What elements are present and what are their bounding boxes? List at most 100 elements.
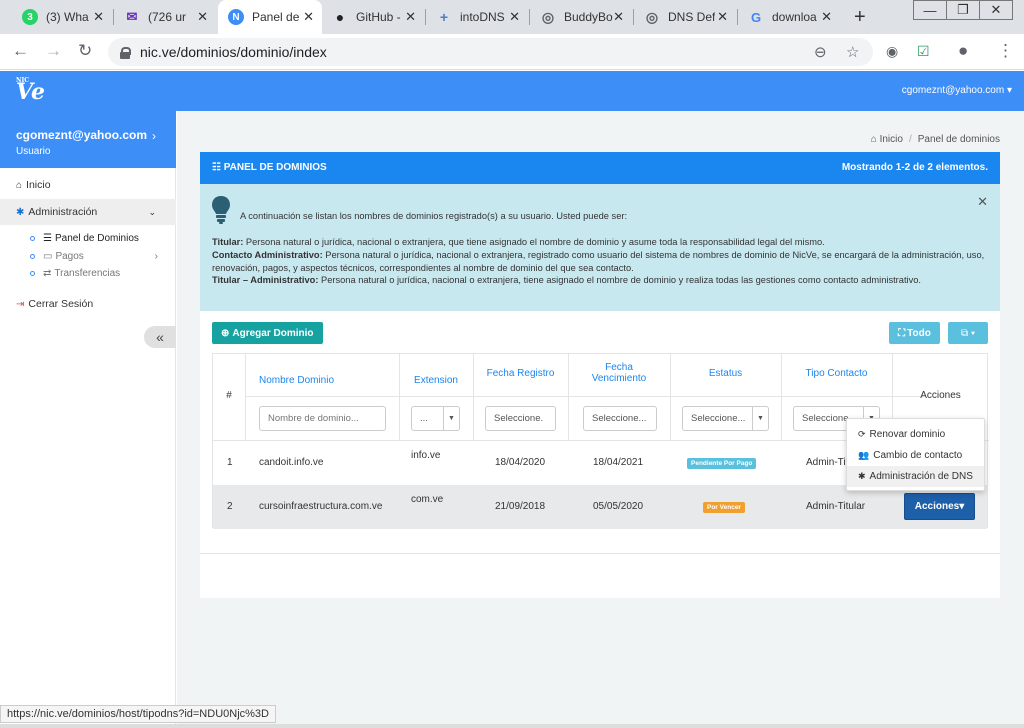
back-icon[interactable]: ← xyxy=(12,41,29,61)
extension-icon[interactable]: ◉ xyxy=(886,43,898,60)
close-icon[interactable]: ✕ xyxy=(405,9,416,25)
caret-down-icon: ▾ xyxy=(959,501,965,512)
plus-circle-icon: ⊕ xyxy=(221,327,230,339)
export-button[interactable]: ⧉ ▾ xyxy=(948,322,988,344)
breadcrumb-home[interactable]: ⌂ Inicio xyxy=(871,134,903,145)
window-close-icon[interactable]: ✕ xyxy=(979,0,1013,20)
menu-item-cambio-contacto[interactable]: 👥 Cambio de contacto xyxy=(847,445,984,466)
browser-tab-panel[interactable]: N Panel de ✕ xyxy=(218,0,322,34)
globe-icon: ◎ xyxy=(541,8,555,25)
browser-tab-mail[interactable]: ✉ (726 ur ✕ xyxy=(114,0,216,34)
header-nombre[interactable]: Nombre Dominio xyxy=(245,375,399,386)
url-field[interactable]: nic.ve/dominios/dominio/index ⊖ ☆ xyxy=(108,38,873,66)
status-filter[interactable]: Seleccione... ▼ xyxy=(682,406,769,431)
caret-down-icon: ▼ xyxy=(443,407,459,430)
reload-icon[interactable]: ↻ xyxy=(78,41,92,61)
profile-icon[interactable]: ● xyxy=(958,41,968,61)
cell-extension: com.ve xyxy=(411,494,444,505)
sidebar-item-label: Pagos xyxy=(55,250,84,262)
header-fecha-vencimiento[interactable]: Fecha Vencimiento xyxy=(568,362,670,384)
sidebar-item-inicio[interactable]: ⌂ Inicio xyxy=(0,172,176,198)
extension-filter[interactable]: ... ▼ xyxy=(411,406,460,431)
user-menu[interactable]: cgomeznt@yahoo.com ▾ xyxy=(902,85,1012,96)
menu-item-dns[interactable]: ✱ Administración de DNS xyxy=(847,466,984,487)
close-icon[interactable]: ✕ xyxy=(613,9,624,25)
window-controls: — ❐ ✕ xyxy=(913,0,1013,34)
forward-icon[interactable]: → xyxy=(45,41,62,61)
panel-title: ☷ PANEL DE DOMINIOS xyxy=(212,162,327,173)
sidebar-item-label: Administración xyxy=(28,206,98,218)
actions-button[interactable]: Acciones ▾ xyxy=(904,493,975,520)
header-extension[interactable]: Extension xyxy=(399,375,473,386)
sidebar-item-transferencias[interactable]: ⇄ Transferencias xyxy=(30,265,120,281)
info-definitions: Titular: Persona natural o jurídica, nac… xyxy=(212,236,992,287)
sidebar-item-pagos[interactable]: ▭ Pagos › xyxy=(30,248,158,264)
gear-icon: ✱ xyxy=(858,471,866,481)
domain-name-filter[interactable]: Nombre de dominio... xyxy=(259,406,386,431)
money-icon: ▭ xyxy=(43,250,53,262)
cell-nombre: cursoinfraestructura.com.ve xyxy=(259,501,383,512)
def-text: Persona natural o jurídica, nacional o e… xyxy=(212,249,985,273)
header-estatus[interactable]: Estatus xyxy=(670,368,781,379)
menu-item-label: Renovar dominio xyxy=(869,429,946,440)
restore-icon[interactable]: ❐ xyxy=(946,0,980,20)
star-icon[interactable]: ☆ xyxy=(846,43,859,61)
zoom-icon[interactable]: ⊖ xyxy=(814,43,827,61)
nicve-logo[interactable]: NIC Ve xyxy=(16,77,45,105)
mail-icon: ✉ xyxy=(126,9,138,24)
caret-down-icon: ▼ xyxy=(752,407,768,430)
sidebar-item-panel[interactable]: ☰ Panel de Dominios xyxy=(30,230,139,246)
browser-tab-whatsapp[interactable]: 3 (3) Wha ✕ xyxy=(12,0,112,34)
browser-tab-github[interactable]: ● GitHub - ✕ xyxy=(322,0,424,34)
home-icon: ⌂ xyxy=(870,134,880,145)
caret-down-icon: ▾ xyxy=(1006,85,1012,96)
filter-placeholder: Seleccione... xyxy=(592,413,647,424)
filter-value: Seleccione... xyxy=(691,413,746,424)
breadcrumb-separator: / xyxy=(908,134,912,145)
sidebar-item-administracion[interactable]: ✱ Administración ⌄ xyxy=(0,199,176,225)
close-icon[interactable]: ✕ xyxy=(197,9,208,25)
close-icon[interactable]: ✕ xyxy=(93,9,104,25)
actions-label: Acciones xyxy=(914,501,960,512)
close-icon[interactable]: ✕ xyxy=(821,9,832,25)
sidebar-user[interactable]: cgomeznt@yahoo.com Usuario › xyxy=(0,111,176,168)
tab-title: GitHub - xyxy=(356,10,401,24)
browser-tab-google[interactable]: G downloa ✕ xyxy=(738,0,840,34)
close-icon[interactable]: ✕ xyxy=(977,195,988,209)
def-text: Persona natural o jurídica, nacional o e… xyxy=(318,275,921,286)
cell-tipo: Admin-Titular xyxy=(806,501,866,512)
sidebar-item-logout[interactable]: ⇥ Cerrar Sesión xyxy=(0,291,176,317)
browser-tab-buddyboss[interactable]: ◎ BuddyBo ✕ xyxy=(530,0,632,34)
menu-dots-icon[interactable]: ⋮ xyxy=(997,41,1014,61)
table-row: 2 cursoinfraestructura.com.ve com.ve 21/… xyxy=(213,485,987,529)
show-all-button[interactable]: ⛶ Todo xyxy=(889,322,940,344)
close-icon[interactable]: ✕ xyxy=(303,9,314,25)
close-icon[interactable]: ✕ xyxy=(509,9,520,25)
exchange-icon: ⇄ xyxy=(43,267,52,279)
header-acciones: Acciones xyxy=(920,390,961,401)
add-domain-button[interactable]: ⊕ Agregar Dominio xyxy=(212,322,323,344)
tab-title: (3) Wha xyxy=(46,10,89,24)
expiry-date-filter[interactable]: Seleccione... xyxy=(583,406,657,431)
header-tipo[interactable]: Tipo Contacto xyxy=(781,368,892,379)
new-tab-icon[interactable]: + xyxy=(854,6,866,29)
breadcrumb: ⌂ Inicio / Panel de dominios xyxy=(871,134,1000,145)
browser-tab-intodns[interactable]: + intoDNS ✕ xyxy=(426,0,528,34)
status-badge: Por Vencer xyxy=(703,502,745,513)
chevron-down-icon: ⌄ xyxy=(148,206,156,217)
extension-check-icon[interactable]: ☑ xyxy=(917,43,930,60)
menu-item-renovar[interactable]: ⟳ Renovar dominio xyxy=(847,424,984,445)
globe-icon: ◎ xyxy=(645,8,659,25)
browser-status-bar: https://nic.ve/dominios/host/tipodns?id=… xyxy=(0,705,276,723)
chevron-right-icon: › xyxy=(152,129,156,143)
users-icon: 👥 xyxy=(858,450,870,460)
register-date-filter[interactable]: Seleccione. xyxy=(485,406,556,431)
header-fecha-registro[interactable]: Fecha Registro xyxy=(473,368,568,379)
github-icon: ● xyxy=(335,9,345,25)
minimize-icon[interactable]: — xyxy=(913,0,947,20)
user-email: cgomeznt@yahoo.com xyxy=(901,85,1005,96)
browser-tab-dns[interactable]: ◎ DNS Def ✕ xyxy=(634,0,736,34)
sidebar-collapse-button[interactable]: « xyxy=(144,326,176,348)
close-icon[interactable]: ✕ xyxy=(717,9,728,25)
gear-icon: ✱ xyxy=(16,206,25,218)
